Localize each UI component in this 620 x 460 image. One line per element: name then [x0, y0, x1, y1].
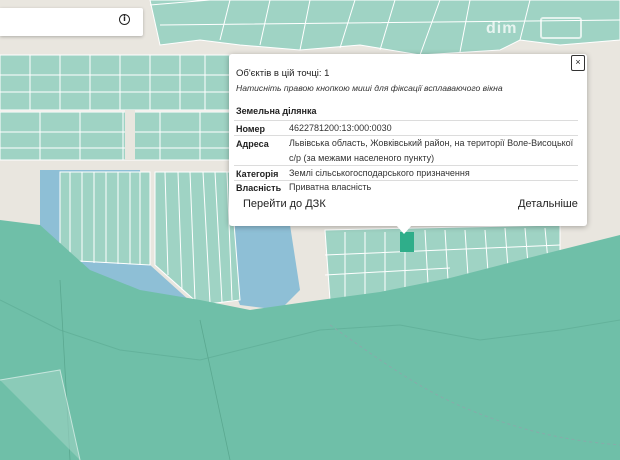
selected-parcel[interactable] [400, 232, 414, 252]
section-title: Земельна ділянка [236, 106, 317, 116]
details-link[interactable]: Детальніше [518, 198, 578, 210]
watermark-logo: dim [486, 20, 518, 37]
row-value-category: Землі сільськогосподарського призначення [289, 168, 470, 178]
watermark-box [540, 17, 582, 39]
objects-count: Об'єктів в цій точці: 1 [236, 68, 330, 79]
water-center [230, 225, 300, 310]
row-value-ownership: Приватна власність [289, 182, 372, 192]
row-value-address: Львівська область, Жовківський район, на… [289, 138, 574, 163]
row-key-ownership: Власність [236, 183, 282, 193]
popup-hint: Натисніть правою кнопкою миші для фіксац… [236, 83, 503, 93]
info-icon[interactable]: i [119, 14, 130, 25]
popup-pointer [396, 225, 412, 234]
go-to-cadastre-link[interactable]: Перейти до ДЗК [243, 198, 326, 210]
row-key-category: Категорія [236, 169, 279, 179]
row-key-address: Адреса [236, 139, 269, 149]
row-key-number: Номер [236, 124, 266, 134]
parcels-left[interactable] [0, 54, 236, 161]
row-value-number: 4622781200:13:000:0030 [289, 123, 392, 133]
close-popup-button[interactable]: × [571, 55, 585, 71]
